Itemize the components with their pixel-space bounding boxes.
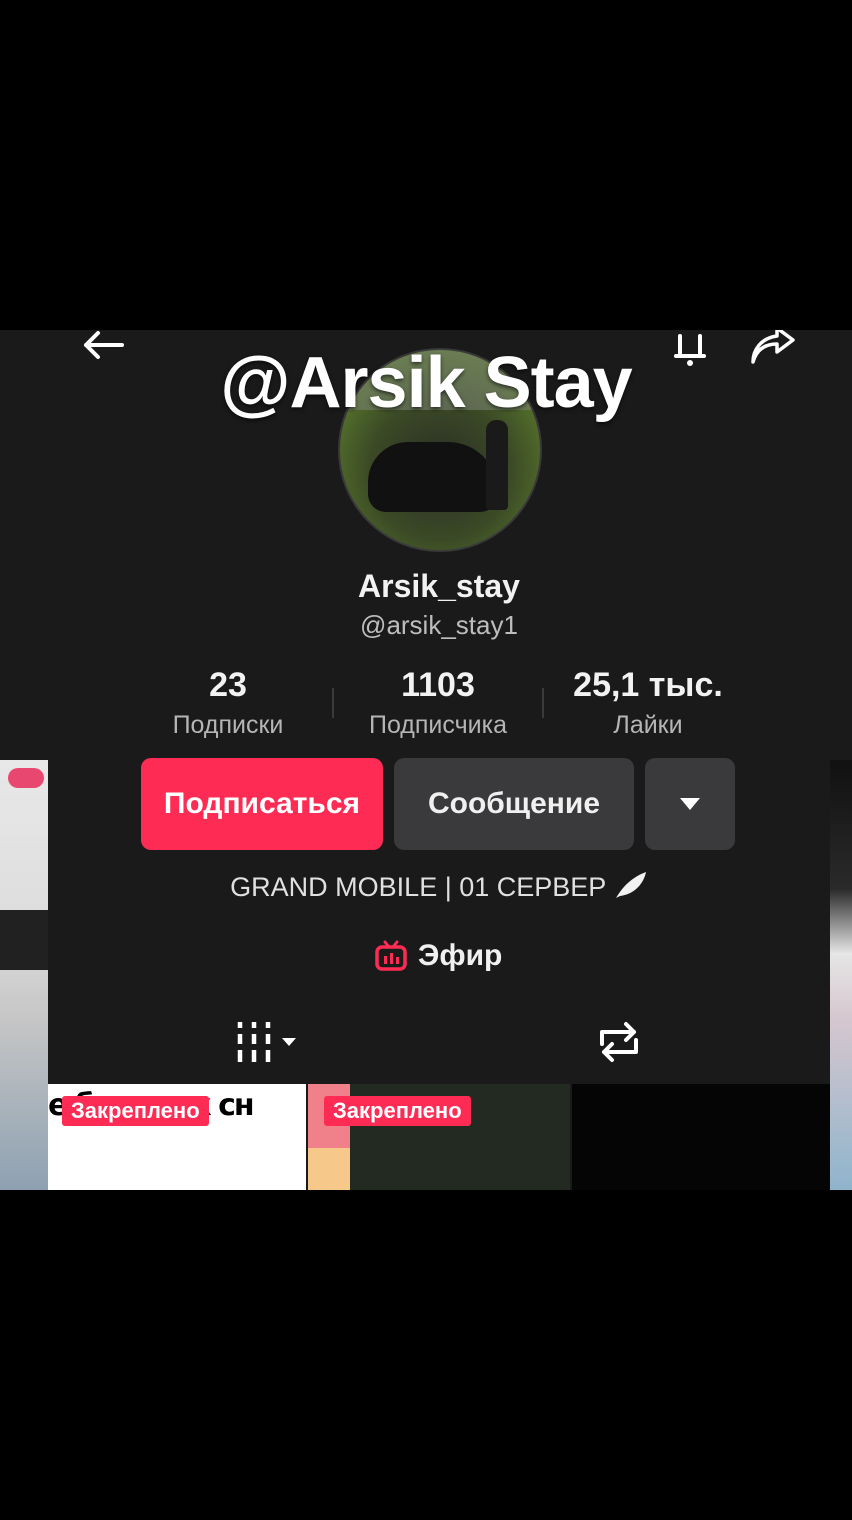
- previous-screen-edge: [0, 760, 48, 1190]
- more-options-button[interactable]: [645, 758, 735, 850]
- live-label: Эфир: [418, 939, 503, 972]
- thumbnail-image: [308, 1148, 350, 1190]
- stat-value: 1103: [401, 666, 475, 704]
- avatar-car: [368, 442, 498, 512]
- tab-reposts[interactable]: [594, 1020, 644, 1064]
- stat-label: Лайки: [613, 711, 683, 739]
- stat-following[interactable]: 23 Подписки: [138, 666, 318, 740]
- edge-decoration: [0, 910, 48, 970]
- repost-icon: [600, 1022, 638, 1062]
- stat-divider: [542, 688, 544, 718]
- live-tv-icon: [375, 940, 407, 971]
- video-overlay-title: @Arsik Stay: [220, 343, 632, 423]
- video-thumbnail[interactable]: е бить ник сн Закреплено: [48, 1084, 306, 1190]
- message-button[interactable]: Сообщение: [394, 758, 634, 850]
- profile-screen: @Arsik Stay Arsik_stay @arsik_stay1 23 П…: [0, 330, 852, 1190]
- profile-bio: GRAND MOBILE | 01 СЕРВЕР: [0, 870, 852, 903]
- live-link[interactable]: Эфир: [374, 934, 502, 978]
- stat-likes[interactable]: 25,1 тыс. Лайки: [558, 666, 738, 740]
- stat-label: Подписчика: [368, 711, 507, 739]
- stat-value: 23: [209, 666, 247, 704]
- stat-followers[interactable]: 1103 Подписчика: [348, 666, 528, 740]
- follow-button[interactable]: Подписаться: [141, 758, 383, 850]
- video-thumbnail[interactable]: [572, 1084, 830, 1190]
- feather-icon: [615, 872, 646, 898]
- profile-handle: @arsik_stay1: [360, 610, 518, 640]
- tab-videos[interactable]: [232, 1020, 302, 1064]
- bio-text: GRAND MOBILE | 01 СЕРВЕР: [230, 872, 607, 902]
- avatar-person: [486, 420, 508, 510]
- profile-username: Arsik_stay: [358, 568, 520, 604]
- stat-label: Подписки: [172, 711, 284, 739]
- next-screen-edge: [830, 760, 852, 1190]
- chevron-down-icon: [680, 798, 700, 810]
- profile-stats: 23 Подписки 1103 Подписчика 25,1 тыс. Ла…: [150, 666, 750, 746]
- pinned-badge: Закреплено: [324, 1096, 471, 1126]
- video-thumbnail[interactable]: Закреплено: [308, 1084, 570, 1190]
- video-grid: е бить ник сн Закреплено Закреплено: [48, 1084, 830, 1190]
- pinned-badge: Закреплено: [62, 1096, 209, 1126]
- stat-divider: [332, 688, 334, 718]
- stat-value: 25,1 тыс.: [573, 666, 723, 704]
- grid-icon: [237, 1022, 296, 1062]
- edge-decoration: [8, 768, 44, 788]
